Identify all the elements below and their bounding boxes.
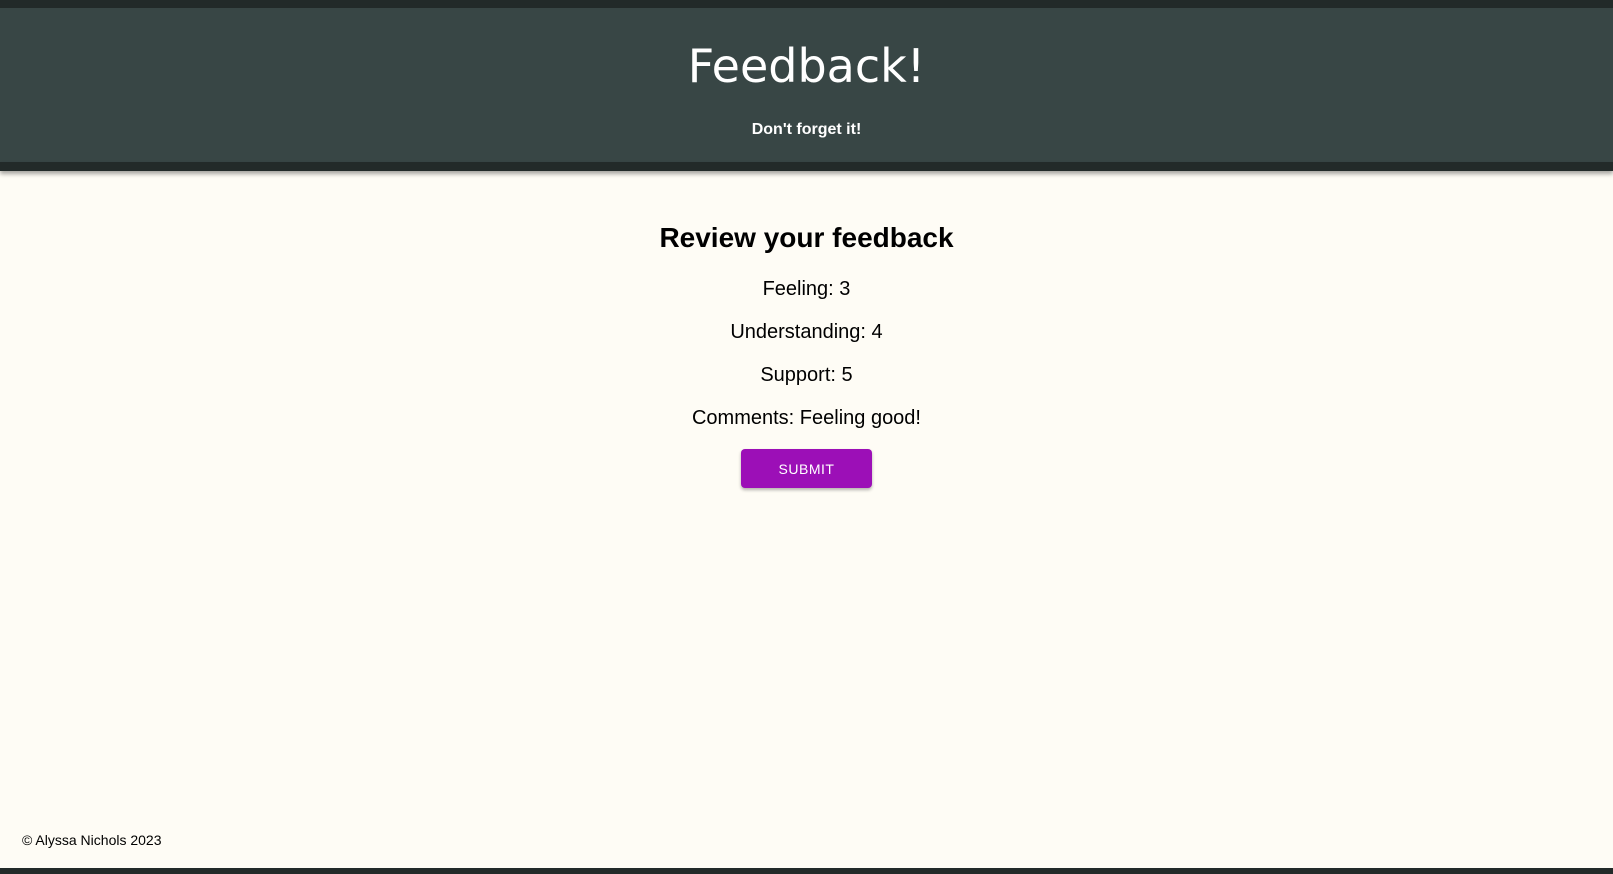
support-value: Support: 5 <box>760 364 853 386</box>
comments-value: Comments: Feeling good! <box>691 407 921 429</box>
app-header: Feedback! Don't forget it! <box>0 8 1613 162</box>
header-bottom-border <box>0 162 1613 171</box>
footer-copyright: © Alyssa Nichols 2023 <box>22 832 162 848</box>
app-subtitle: Don't forget it! <box>751 121 862 138</box>
review-heading: Review your feedback <box>659 222 954 253</box>
understanding-value: Understanding: 4 <box>730 321 883 343</box>
app-title: Feedback! <box>687 39 926 93</box>
feeling-value: Feeling: 3 <box>762 278 851 300</box>
submit-button[interactable]: SUBMIT <box>741 449 872 488</box>
footer-bar <box>0 868 1613 874</box>
header-top-border <box>0 0 1613 8</box>
